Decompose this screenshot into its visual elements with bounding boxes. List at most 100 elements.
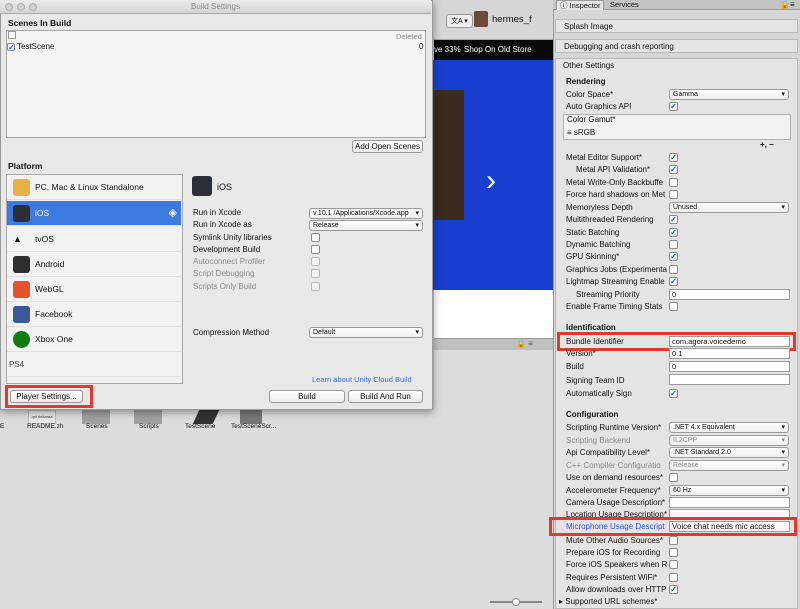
close-icon[interactable] <box>5 3 13 11</box>
scene-name: TestScene <box>17 42 55 51</box>
camera-usage-field[interactable] <box>669 497 790 508</box>
rendering-header: Rendering <box>566 77 606 86</box>
mute-audio-checkbox[interactable] <box>669 536 678 545</box>
supported-urls-row[interactable]: ▸ Supported URL schemes* <box>559 596 657 608</box>
gpu-skinning-checkbox[interactable] <box>669 252 678 261</box>
add-remove-buttons[interactable]: +, − <box>760 140 774 149</box>
graphics-jobs-checkbox[interactable] <box>669 265 678 274</box>
on-demand-checkbox[interactable] <box>669 473 678 482</box>
accelerometer-select[interactable]: 60 Hz <box>669 485 789 496</box>
project-item[interactable]: README.zh <box>27 423 63 430</box>
translate-icon[interactable]: 文A ▾ <box>446 14 473 28</box>
user-name[interactable]: hermes_f <box>492 14 532 25</box>
scripts-only-checkbox[interactable] <box>311 282 320 291</box>
drag-handle-icon[interactable]: ≡ <box>567 128 574 137</box>
run-in-xcode-select[interactable]: v.10.1 /Applications/Xcode.app <box>309 208 423 219</box>
dynamic-batching-label: Dynamic Batching <box>566 240 631 249</box>
splash-image-section[interactable]: Splash Image <box>555 19 798 33</box>
thumb-readme[interactable]: qnl dekaraa <box>28 410 56 424</box>
platform-item-android[interactable]: Android <box>7 252 181 277</box>
force-hard-shadows-checkbox[interactable] <box>669 190 678 199</box>
debugging-section[interactable]: Debugging and crash reporting <box>555 39 798 53</box>
select-all-checkbox[interactable] <box>8 31 16 39</box>
symlink-checkbox[interactable] <box>311 233 320 242</box>
metal-write-only-checkbox[interactable] <box>669 178 678 187</box>
color-gamut-value: sRGB <box>573 128 596 137</box>
tab-services[interactable]: Services <box>606 0 652 10</box>
compression-label: Compression Method <box>193 328 270 337</box>
build-number-field[interactable]: 0 <box>669 361 790 372</box>
lock-icon[interactable]: 🔒 ≡ <box>516 339 533 348</box>
cpp-config-select[interactable]: Release <box>669 460 789 471</box>
platform-item-xbox[interactable]: Xbox One <box>7 327 181 352</box>
auto-graphics-api-checkbox[interactable] <box>669 102 678 111</box>
api-compat-select[interactable]: .NET Standard 2.0 <box>669 447 789 458</box>
force-speakers-checkbox[interactable] <box>669 560 678 569</box>
build-button[interactable]: Build <box>269 390 345 403</box>
project-item[interactable]: TestScene <box>185 423 215 430</box>
script-debugging-checkbox[interactable] <box>311 269 320 278</box>
metal-api-validation-checkbox[interactable] <box>669 165 678 174</box>
prepare-ios-checkbox[interactable] <box>669 548 678 557</box>
static-batching-checkbox[interactable] <box>669 228 678 237</box>
streaming-priority-field[interactable]: 0 <box>669 289 790 300</box>
mic-usage-label: Microphone Usage Descript <box>566 522 665 531</box>
platform-item-ps4[interactable]: PS4 <box>7 352 181 377</box>
frame-timing-checkbox[interactable] <box>669 302 678 311</box>
platform-item-facebook[interactable]: Facebook <box>7 302 181 327</box>
scene-checkbox[interactable] <box>7 42 15 51</box>
ios-icon <box>13 205 30 222</box>
color-space-select[interactable]: Gamma <box>669 89 789 100</box>
avatar[interactable] <box>474 11 488 27</box>
platform-item-standalone[interactable]: PC, Mac & Linux Standalone <box>7 175 181 200</box>
scenes-list[interactable] <box>6 30 426 138</box>
build-and-run-button[interactable]: Build And Run <box>348 390 423 403</box>
scene-row[interactable] <box>7 42 15 51</box>
html5-icon <box>13 281 30 298</box>
project-item[interactable]: Scripts <box>139 423 159 430</box>
run-in-xcode-as-select[interactable]: Release <box>309 220 423 231</box>
project-item[interactable]: Scenes <box>86 423 108 430</box>
chevron-right-icon[interactable]: › <box>486 166 496 196</box>
requires-wifi-checkbox[interactable] <box>669 573 678 582</box>
platform-list[interactable]: PC, Mac & Linux Standalone iOS ◈ ▲ tvOS … <box>6 174 183 384</box>
project-item[interactable]: TestSceneScr... <box>231 423 276 430</box>
version-field[interactable]: 0.1 <box>669 348 790 359</box>
cloud-build-link[interactable]: Learn about Unity Cloud Build <box>312 375 412 384</box>
bundle-id-field[interactable]: com.agora.voicedemo <box>669 336 790 347</box>
tab-inspector[interactable]: ⓘ Inspector <box>556 0 604 10</box>
allow-http-checkbox[interactable] <box>669 585 678 594</box>
scripting-backend-label: Scripting Backend <box>566 436 631 445</box>
player-settings-button[interactable]: Player Settings... <box>10 390 83 403</box>
memoryless-depth-select[interactable]: Unused <box>669 202 789 213</box>
runtime-version-select[interactable]: .NET 4.x Equivalent <box>669 422 789 433</box>
platform-item-ios[interactable]: iOS ◈ <box>7 201 181 226</box>
add-open-scenes-button[interactable]: Add Open Scenes <box>352 140 423 153</box>
minimize-icon[interactable] <box>17 3 25 11</box>
static-batching-label: Static Batching <box>566 228 620 237</box>
zoom-slider-handle[interactable] <box>512 598 520 606</box>
maximize-icon[interactable] <box>29 3 37 11</box>
multithreaded-checkbox[interactable] <box>669 215 678 224</box>
lightmap-streaming-checkbox[interactable] <box>669 277 678 286</box>
mic-usage-field[interactable]: Voice chat needs mic access <box>669 521 790 532</box>
project-item[interactable]: E <box>0 423 4 430</box>
dev-build-checkbox[interactable] <box>311 245 320 254</box>
dynamic-batching-checkbox[interactable] <box>669 240 678 249</box>
shop-link[interactable]: Shop On Old Store <box>464 45 532 54</box>
scripting-backend-select[interactable]: IL2CPP <box>669 435 789 446</box>
compression-select[interactable]: Default <box>309 327 423 338</box>
platform-item-tvos[interactable]: ▲ tvOS <box>7 227 181 252</box>
folder-icon[interactable] <box>82 410 110 424</box>
platform-item-webgl[interactable]: WebGL <box>7 277 181 302</box>
folder-icon[interactable] <box>134 410 162 424</box>
signing-team-field[interactable] <box>669 374 790 385</box>
auto-sign-checkbox[interactable] <box>669 389 678 398</box>
script-icon[interactable] <box>240 410 262 424</box>
color-gamut-item[interactable]: ≡ sRGB <box>567 127 595 139</box>
other-settings-header[interactable]: Other Settings <box>563 61 614 70</box>
metal-editor-support-checkbox[interactable] <box>669 153 678 162</box>
panel-menu-icon[interactable]: 🔒≡ <box>780 0 795 9</box>
autoconnect-checkbox[interactable] <box>311 257 320 266</box>
run-in-xcode-label: Run in Xcode <box>193 208 242 217</box>
